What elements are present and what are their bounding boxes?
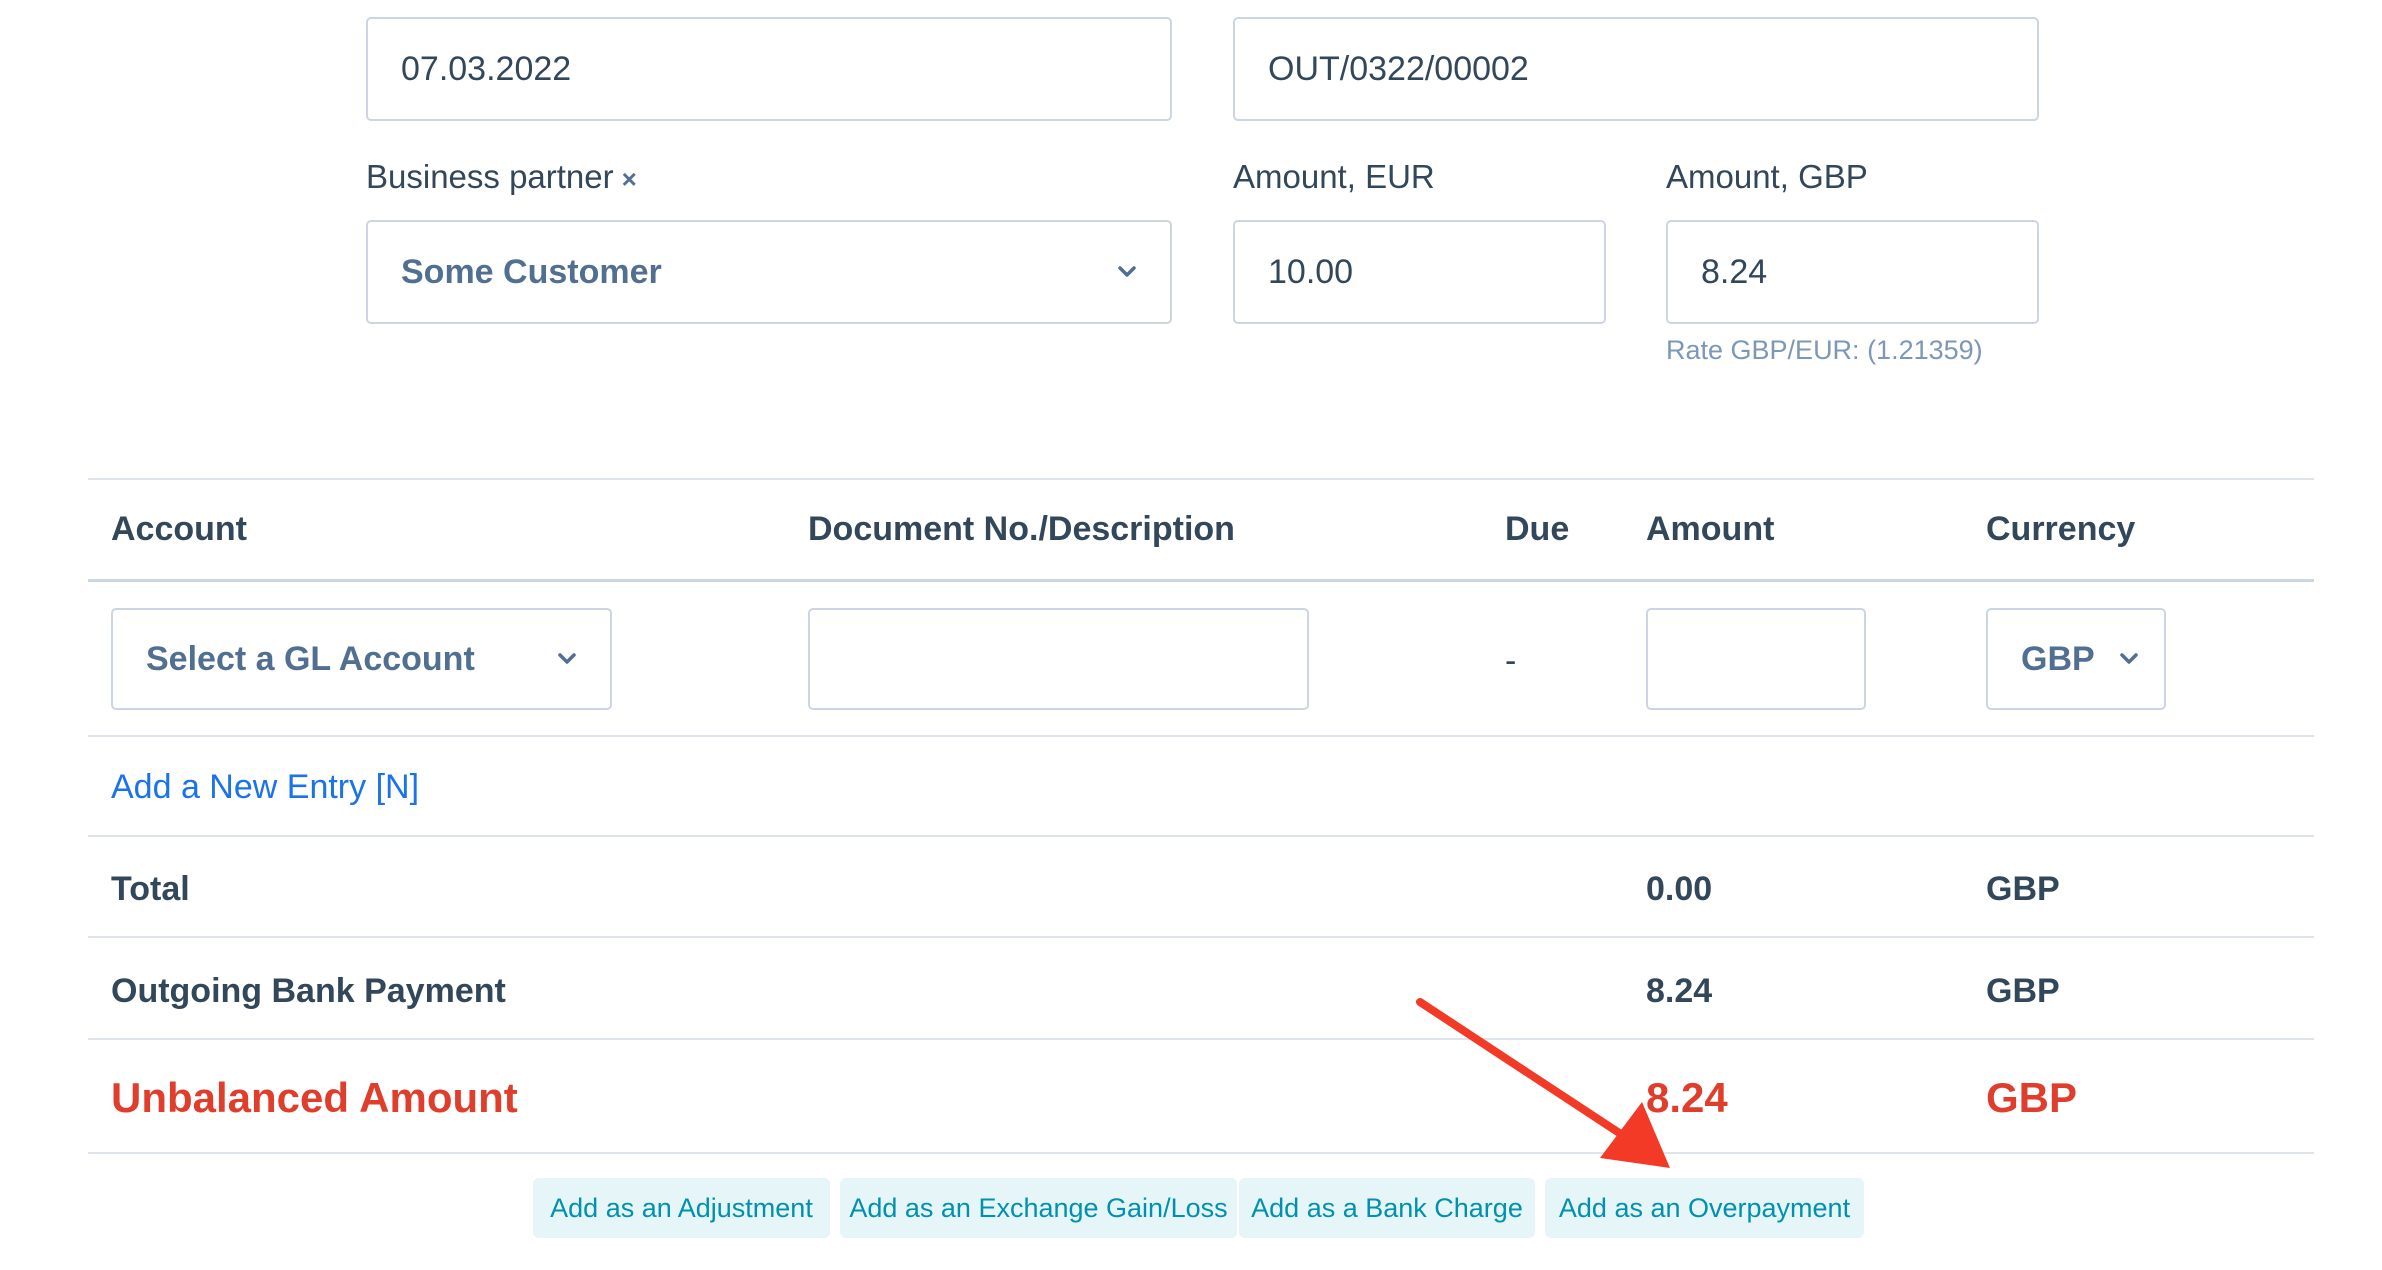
business-partner-label: Business partner × <box>366 158 637 196</box>
currency-value: GBP <box>2021 639 2095 678</box>
gl-account-placeholder: Select a GL Account <box>146 639 475 678</box>
currency-select[interactable]: GBP <box>1986 608 2166 710</box>
column-header-currency: Currency <box>1986 510 2136 548</box>
amount-eur-input[interactable]: 10.00 <box>1233 220 1606 324</box>
date-input-value: 07.03.2022 <box>401 49 572 88</box>
payment-divider <box>88 1038 2314 1040</box>
due-value: - <box>1505 642 1517 680</box>
business-partner-label-text: Business partner <box>366 158 614 195</box>
chevron-down-icon <box>2116 649 2142 669</box>
annotation-arrow-icon <box>1416 998 1670 1168</box>
clear-partner-icon[interactable]: × <box>622 164 637 194</box>
table-header-divider <box>88 579 2314 582</box>
document-number-value: OUT/0322/00002 <box>1268 49 1529 88</box>
unbalanced-amount-label: Unbalanced Amount <box>111 1074 518 1121</box>
outgoing-payment-label: Outgoing Bank Payment <box>111 972 506 1010</box>
table-top-divider <box>88 478 2314 480</box>
column-header-description: Document No./Description <box>808 510 1235 548</box>
add-as-exchange-gain-loss-button[interactable]: Add as an Exchange Gain/Loss <box>840 1178 1237 1238</box>
amount-eur-value: 10.00 <box>1268 252 1354 291</box>
column-header-due: Due <box>1505 510 1570 548</box>
amount-gbp-value: 8.24 <box>1701 252 1768 291</box>
outgoing-payment-currency: GBP <box>1986 972 2060 1010</box>
add-new-entry-link[interactable]: Add a New Entry [N] <box>111 768 419 807</box>
unbalanced-amount-currency: GBP <box>1986 1074 2078 1121</box>
exchange-rate-hint: Rate GBP/EUR: (1.21359) <box>1666 335 1983 365</box>
column-header-account: Account <box>111 510 247 548</box>
entry-amount-input[interactable] <box>1646 608 1866 710</box>
total-divider <box>88 936 2314 938</box>
total-amount: 0.00 <box>1646 870 1713 908</box>
description-input[interactable] <box>808 608 1309 710</box>
date-input[interactable]: 07.03.2022 <box>366 17 1172 121</box>
total-currency: GBP <box>1986 870 2060 908</box>
add-as-adjustment-button[interactable]: Add as an Adjustment <box>533 1178 830 1238</box>
chevron-down-icon <box>554 649 580 669</box>
business-partner-value: Some Customer <box>401 252 662 291</box>
add-entry-divider <box>88 835 2314 837</box>
amount-gbp-input[interactable]: 8.24 <box>1666 220 2039 324</box>
unbalanced-divider <box>88 1152 2314 1154</box>
entry-row-divider <box>88 735 2314 737</box>
chevron-down-icon <box>1114 262 1140 282</box>
gl-account-select[interactable]: Select a GL Account <box>111 608 612 710</box>
business-partner-select[interactable]: Some Customer <box>366 220 1172 324</box>
document-number-input[interactable]: OUT/0322/00002 <box>1233 17 2039 121</box>
amount-eur-label: Amount, EUR <box>1233 158 1435 195</box>
amount-gbp-label: Amount, GBP <box>1666 158 1868 195</box>
column-header-amount: Amount <box>1646 510 1775 548</box>
total-label: Total <box>111 870 190 908</box>
